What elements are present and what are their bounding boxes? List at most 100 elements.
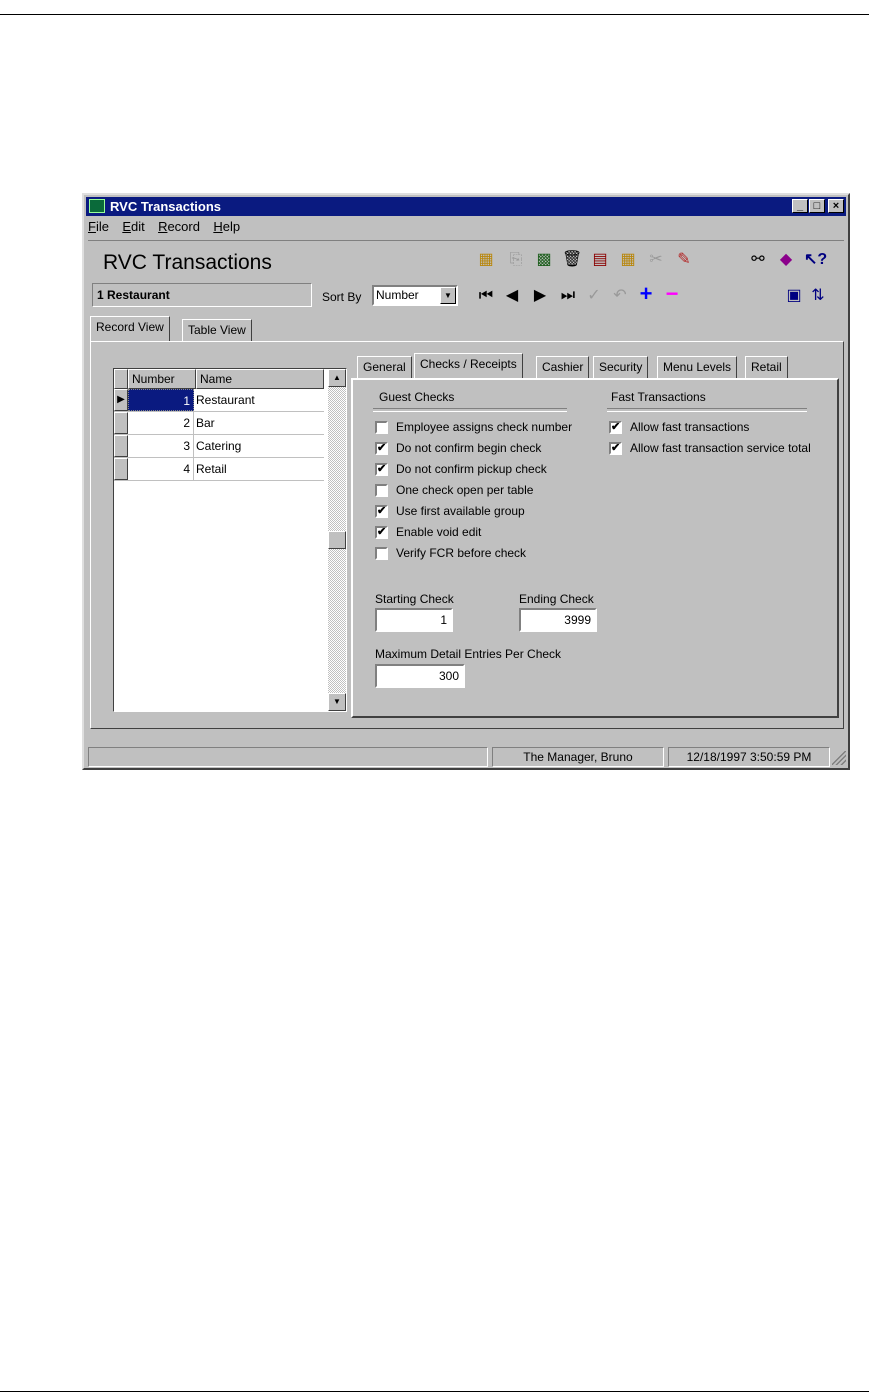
table-row[interactable]: 4 Retail [114, 458, 324, 481]
row-name[interactable]: Catering [196, 435, 241, 457]
allow-fast-transactions-checkbox[interactable]: ✔ Allow fast transactions [609, 420, 749, 438]
help-pointer-icon[interactable]: ↖? [804, 251, 827, 269]
refresh-icon[interactable]: ⇅ [808, 287, 828, 305]
checkbox-box[interactable]: ✔ [375, 526, 388, 540]
edit-icon[interactable]: ✎ [674, 251, 694, 269]
cut-icon[interactable]: ✂ [646, 251, 666, 269]
menu-bar: File Edit Record Help [88, 219, 250, 237]
undo-icon[interactable]: ↶ [610, 287, 630, 305]
checkbox-box[interactable] [375, 484, 388, 498]
status-pane-message [88, 747, 488, 767]
page-top-rule [0, 14, 869, 15]
minimize-button[interactable]: _ [792, 199, 808, 213]
view-icon[interactable]: ▣ [784, 287, 804, 305]
clipboard-icon[interactable]: ▤ [590, 251, 610, 269]
page-bottom-rule [0, 1391, 869, 1392]
checkbox-box[interactable]: ✔ [375, 463, 388, 477]
do-not-confirm-begin-check-checkbox[interactable]: ✔ Do not confirm begin check [375, 441, 541, 459]
row-selector[interactable] [114, 435, 128, 457]
tab-menu-levels[interactable]: Menu Levels [657, 356, 738, 378]
tab-checks-receipts[interactable]: Checks / Receipts [414, 353, 523, 378]
menu-help[interactable]: Help [213, 219, 240, 234]
next-record-icon[interactable]: ▶ [530, 287, 550, 305]
menu-edit[interactable]: Edit [122, 219, 144, 234]
delete-icon[interactable]: 🗑 [562, 251, 582, 269]
last-record-icon[interactable]: ⏭ [558, 287, 578, 305]
first-record-icon[interactable]: ⏮ [476, 287, 496, 305]
add-record-icon[interactable]: + [636, 283, 656, 305]
paste-icon[interactable]: ▦ [618, 251, 638, 269]
tab-table-view[interactable]: Table View [182, 319, 252, 341]
checkbox-box[interactable] [375, 547, 388, 561]
new-record-icon[interactable]: ▦ [476, 251, 496, 269]
form-title: RVC Transactions [103, 251, 272, 274]
scroll-up-icon[interactable]: ▲ [328, 369, 346, 387]
tab-record-view[interactable]: Record View [90, 316, 170, 341]
scroll-thumb[interactable] [328, 531, 346, 549]
checkbox-box[interactable]: ✔ [609, 442, 622, 456]
row-number[interactable]: 3 [128, 435, 194, 457]
confirm-icon[interactable]: ✓ [584, 287, 604, 305]
row-name[interactable]: Bar [196, 412, 215, 434]
previous-record-icon[interactable]: ◀ [502, 287, 522, 305]
grid-vertical-scrollbar[interactable]: ▲ ▼ [328, 369, 346, 711]
sort-by-select[interactable]: Number ▼ [372, 285, 458, 306]
tab-retail[interactable]: Retail [745, 356, 788, 378]
app-icon [89, 199, 105, 213]
one-check-open-per-table-checkbox[interactable]: One check open per table [375, 483, 533, 501]
row-number[interactable]: 1 [128, 389, 194, 411]
checkbox-label: Use first available group [396, 504, 525, 518]
starting-check-field[interactable]: 1 [375, 608, 453, 632]
table-row[interactable]: ▶ 1 Restaurant [114, 389, 324, 412]
row-number[interactable]: 4 [128, 458, 194, 480]
status-datetime: 12/18/1997 3:50:59 PM [668, 747, 830, 767]
checkbox-label: Enable void edit [396, 525, 482, 539]
row-name[interactable]: Retail [196, 458, 227, 480]
remove-record-icon[interactable]: − [662, 283, 682, 305]
tab-cashier[interactable]: Cashier [536, 356, 590, 378]
do-not-confirm-pickup-check-checkbox[interactable]: ✔ Do not confirm pickup check [375, 462, 547, 480]
maximize-button[interactable]: □ [809, 199, 825, 213]
ending-check-label: Ending Check [519, 592, 594, 606]
checkbox-label: Employee assigns check number [396, 420, 573, 434]
column-header-name[interactable]: Name [196, 369, 324, 389]
verify-fcr-before-check-checkbox[interactable]: Verify FCR before check [375, 546, 526, 564]
row-pointer-icon[interactable]: ▶ [114, 389, 128, 411]
use-first-available-group-checkbox[interactable]: ✔ Use first available group [375, 504, 525, 522]
title-bar[interactable]: RVC Transactions _ □ × [86, 197, 846, 216]
row-number[interactable]: 2 [128, 412, 194, 434]
binoculars-icon[interactable]: ⚯ [748, 251, 768, 269]
form-header: RVC Transactions 1 Restaurant Sort By Nu… [88, 240, 844, 321]
tab-security[interactable]: Security [593, 356, 649, 378]
chevron-down-icon[interactable]: ▼ [440, 287, 456, 304]
status-bar: The Manager, Bruno 12/18/1997 3:50:59 PM [88, 747, 846, 767]
find-record-icon[interactable]: ▩ [534, 251, 554, 269]
menu-file[interactable]: File [88, 219, 109, 234]
checkbox-box[interactable]: ✔ [609, 421, 622, 435]
close-button[interactable]: × [828, 199, 844, 213]
checkbox-box[interactable] [375, 421, 388, 435]
book-icon[interactable]: ◆ [776, 251, 796, 269]
checkbox-box[interactable]: ✔ [375, 442, 388, 456]
table-row[interactable]: 2 Bar [114, 412, 324, 435]
copy-icon[interactable]: ⎘ [506, 251, 526, 269]
sort-by-label: Sort By [322, 290, 362, 304]
row-selector[interactable] [114, 458, 128, 480]
column-header-number[interactable]: Number [128, 369, 196, 389]
ending-check-field[interactable]: 3999 [519, 608, 597, 632]
checkbox-box[interactable]: ✔ [375, 505, 388, 519]
row-selector[interactable] [114, 412, 128, 434]
enable-void-edit-checkbox[interactable]: ✔ Enable void edit [375, 525, 481, 543]
menu-record[interactable]: Record [158, 219, 200, 234]
employee-assigns-check-number-checkbox[interactable]: Employee assigns check number [375, 420, 572, 438]
table-row[interactable]: 3 Catering [114, 435, 324, 458]
allow-fast-transaction-service-total-checkbox[interactable]: ✔ Allow fast transaction service total [609, 441, 811, 459]
guest-checks-heading: Guest Checks [379, 390, 455, 404]
tab-general[interactable]: General [357, 356, 412, 378]
guest-checks-divider [373, 408, 567, 412]
scroll-down-icon[interactable]: ▼ [328, 693, 346, 711]
resize-grip-icon[interactable] [832, 751, 846, 765]
checkbox-label: One check open per table [396, 483, 534, 497]
max-detail-entries-field[interactable]: 300 [375, 664, 465, 688]
row-name[interactable]: Restaurant [196, 389, 255, 411]
